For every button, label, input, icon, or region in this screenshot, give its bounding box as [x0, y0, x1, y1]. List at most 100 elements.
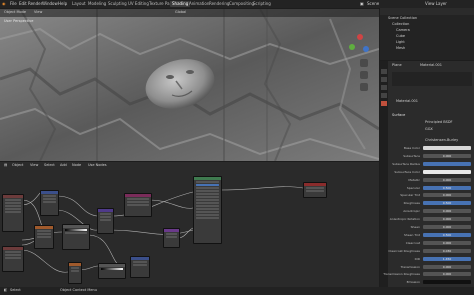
node-normal-map[interactable]: [163, 228, 180, 248]
property-label: Clearcoat Roughness: [388, 248, 420, 253]
node-editor-canvas[interactable]: [0, 170, 379, 287]
status-bar: ◧ Select Object Context Menu: [0, 287, 474, 295]
color-field[interactable]: [423, 169, 471, 174]
color-field[interactable]: [423, 280, 471, 285]
node-math[interactable]: [130, 256, 150, 278]
viewport-overlay-text: User Perspective: [4, 19, 34, 23]
tab-modeling[interactable]: Modeling: [86, 1, 108, 7]
use-nodes-checkbox[interactable]: Use Nodes: [88, 163, 107, 167]
tab-layout[interactable]: Layout: [70, 1, 88, 7]
property-label: Anisotropic Rotation: [389, 217, 420, 222]
value-slider[interactable]: 0.500: [423, 232, 471, 237]
value-slider[interactable]: 0.030: [423, 248, 471, 253]
distribution-selector[interactable]: GGX: [425, 127, 433, 131]
value-slider[interactable]: 0.000: [423, 209, 471, 214]
node-editor-header: ▤ Object View Select Add Node Use Nodes: [0, 162, 379, 170]
value-slider[interactable]: [423, 161, 471, 166]
material-name-header: Material.001: [420, 63, 443, 67]
color-field[interactable]: [423, 146, 471, 150]
material-slot-list[interactable]: [392, 72, 472, 86]
status-context-menu: Object Context Menu: [60, 288, 97, 292]
node-color-ramp-2[interactable]: [98, 263, 126, 279]
render-tab-icon[interactable]: [381, 77, 387, 82]
node-menu-object[interactable]: Object: [12, 163, 23, 167]
value-slider[interactable]: 0.500: [423, 185, 471, 190]
transform-orientation[interactable]: Global: [175, 10, 186, 14]
property-label: Sheen: [410, 225, 420, 229]
property-label: Sheen Tint: [403, 232, 420, 237]
editor-type-icon[interactable]: ▤: [4, 163, 7, 167]
material-datablock[interactable]: Material.001: [396, 99, 418, 103]
value-slider[interactable]: 0.000: [423, 153, 471, 158]
value-slider[interactable]: 1.450: [423, 256, 471, 261]
property-label: Clearcoat: [405, 240, 420, 245]
property-label: Base Color: [403, 146, 420, 150]
surface-panel-header[interactable]: Surface: [392, 113, 405, 117]
menu-file[interactable]: File: [10, 1, 17, 6]
outliner-item[interactable]: Camera: [396, 28, 410, 33]
value-slider[interactable]: 0.000: [423, 264, 471, 269]
property-label: Emission: [406, 280, 420, 285]
outliner-header: [380, 8, 474, 15]
node-menu-node[interactable]: Node: [72, 163, 81, 167]
node-mapping[interactable]: [40, 190, 59, 216]
outliner-item[interactable]: Cube: [396, 34, 405, 39]
scene-selector[interactable]: Scene: [367, 1, 379, 6]
property-label: Subsurface: [403, 153, 420, 158]
property-label: Metallic: [408, 177, 420, 182]
node-principled-bsdf[interactable]: [193, 176, 222, 244]
output-tab-icon[interactable]: [381, 85, 387, 90]
node-menu-view[interactable]: View: [30, 163, 38, 167]
status-select: Select: [10, 288, 21, 292]
object-name: Plane: [392, 63, 402, 67]
node-menu-add[interactable]: Add: [60, 163, 67, 167]
value-slider[interactable]: 0.000: [423, 225, 471, 229]
subsurface-method-selector[interactable]: Christensen-Burley: [425, 138, 458, 142]
viewport-render: [0, 9, 379, 161]
node-bump[interactable]: [97, 208, 114, 234]
node-texture-coordinate-2[interactable]: [2, 246, 24, 272]
node-texture-coordinate[interactable]: [2, 194, 24, 232]
node-noise-texture[interactable]: [68, 262, 82, 284]
tool-tab-icon[interactable]: [381, 69, 387, 74]
mode-selector[interactable]: Object Mode: [4, 10, 26, 14]
property-label: IOR: [414, 256, 420, 261]
3d-viewport[interactable]: [0, 9, 379, 161]
property-label: Subsurface Radius: [392, 161, 420, 166]
property-label: Roughness: [403, 201, 420, 206]
outliner-item[interactable]: Scene Collection: [388, 16, 417, 21]
blender-logo-icon[interactable]: ◉: [2, 1, 6, 6]
value-slider[interactable]: 0.000: [423, 193, 471, 198]
value-slider[interactable]: 0.000: [423, 272, 471, 277]
view-menu[interactable]: View: [34, 10, 42, 14]
surface-shader-selector[interactable]: Principled BSDF: [425, 120, 453, 124]
node-image-texture[interactable]: [34, 225, 54, 249]
top-bar: ◉ File Edit Render Window Help Layout Mo…: [0, 0, 474, 8]
value-slider[interactable]: 0.000: [423, 240, 471, 245]
node-mix-rgb[interactable]: [124, 193, 152, 217]
outliner-item[interactable]: Light: [396, 40, 405, 45]
outliner-item[interactable]: Mesh: [396, 46, 405, 51]
property-label: Transmission: [400, 264, 420, 269]
menu-window[interactable]: Window: [42, 1, 58, 6]
menu-edit[interactable]: Edit: [19, 1, 27, 6]
node-material-output[interactable]: [303, 182, 327, 198]
menu-help[interactable]: Help: [58, 1, 67, 6]
viewport-header: Object Mode View Global: [0, 9, 379, 17]
property-label: Subsurface Color: [394, 169, 420, 174]
property-label: Specular Tint: [400, 193, 420, 198]
mouse-left-icon: ◧: [4, 288, 8, 292]
material-tab-icon[interactable]: [381, 101, 387, 106]
scene-icon[interactable]: ▣: [360, 1, 364, 6]
value-slider[interactable]: 0.500: [423, 201, 471, 206]
value-slider[interactable]: 0.000: [423, 177, 471, 182]
value-slider[interactable]: 0.000: [423, 217, 471, 222]
tab-scripting[interactable]: Scripting: [251, 1, 273, 7]
outliner-item[interactable]: Collection: [392, 22, 409, 27]
view-layer-selector[interactable]: View Layer: [425, 1, 447, 6]
menu-render[interactable]: Render: [28, 1, 42, 6]
node-menu-select[interactable]: Select: [44, 163, 55, 167]
object-tab-icon[interactable]: [381, 93, 387, 98]
node-color-ramp[interactable]: [62, 224, 90, 250]
property-label: Transmission Roughness: [383, 272, 420, 277]
